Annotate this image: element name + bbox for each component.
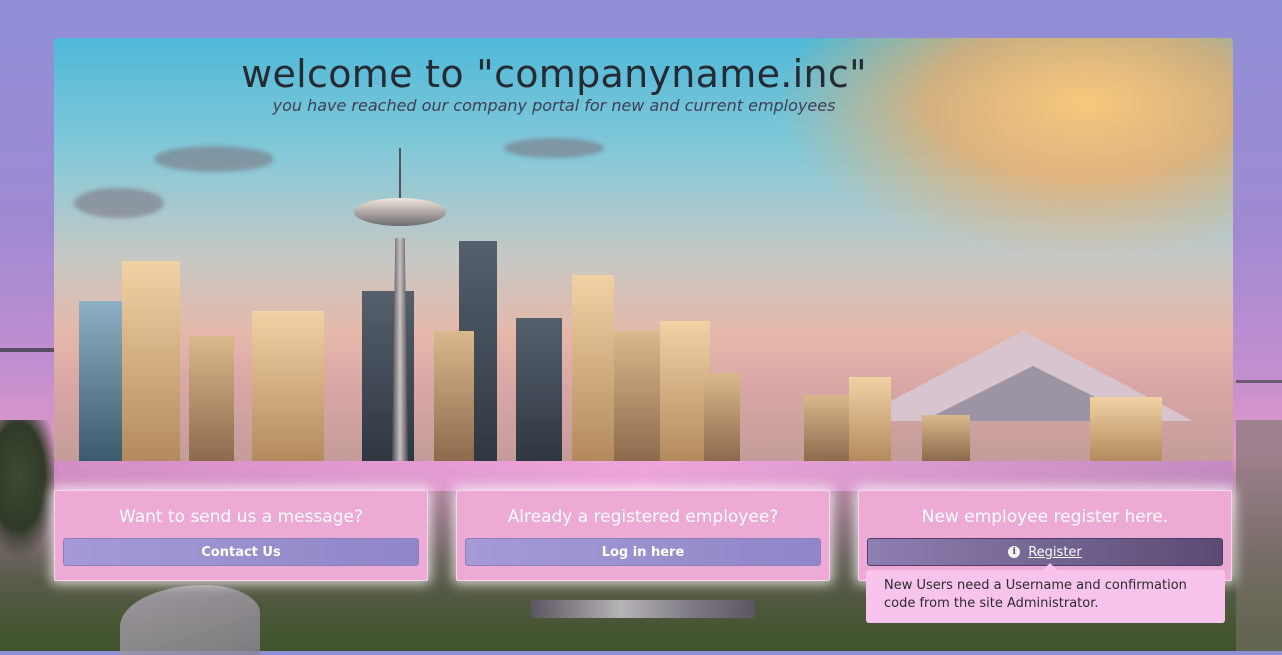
decorative-band (54, 461, 1233, 491)
skyline-building (704, 373, 740, 461)
skyline-building (189, 336, 234, 461)
hero-banner: welcome to "companyname.inc" you have re… (54, 38, 1233, 461)
cloud (504, 138, 604, 158)
space-needle-spire (399, 148, 401, 200)
login-button[interactable]: Log in here (465, 538, 821, 566)
background-crane-right (1236, 380, 1282, 383)
background-right-scenery (1236, 420, 1282, 651)
skyline-building (572, 275, 614, 461)
page-title: welcome to "companyname.inc" (241, 52, 867, 96)
horizontal-scrollbar[interactable] (531, 600, 755, 618)
skyline-building (516, 318, 562, 461)
background-path (120, 585, 260, 655)
info-icon: i (1008, 546, 1021, 558)
background-tree (0, 420, 60, 560)
skyline-building (434, 331, 474, 461)
space-needle-top (354, 198, 446, 226)
login-card-title: Already a registered employee? (507, 507, 779, 527)
contact-us-label: Contact Us (201, 544, 281, 560)
cloud (154, 146, 274, 172)
register-button[interactable]: i Register (867, 538, 1223, 566)
cloud (74, 188, 164, 218)
skyline-building (122, 261, 180, 461)
tooltip-arrow (1043, 563, 1057, 570)
contact-card-title: Want to send us a message? (118, 507, 364, 527)
skyline-building (252, 311, 324, 461)
login-card: Already a registered employee? Log in he… (456, 490, 830, 581)
space-needle-shaft (392, 238, 408, 461)
skyline-building (922, 415, 970, 461)
contact-card: Want to send us a message? Contact Us (54, 490, 428, 581)
register-card-title: New employee register here. (921, 507, 1169, 527)
login-label: Log in here (601, 544, 685, 560)
skyline-building (660, 321, 710, 461)
background-crane (0, 348, 54, 352)
register-tooltip: New Users need a Username and confirmati… (866, 570, 1225, 623)
page-subtitle: you have reached our company portal for … (272, 96, 836, 115)
skyline-building (849, 377, 891, 461)
skyline-building (1090, 397, 1162, 461)
contact-us-button[interactable]: Contact Us (63, 538, 419, 566)
register-label: Register (1028, 544, 1082, 560)
tooltip-text: New Users need a Username and confirmati… (884, 578, 1187, 611)
